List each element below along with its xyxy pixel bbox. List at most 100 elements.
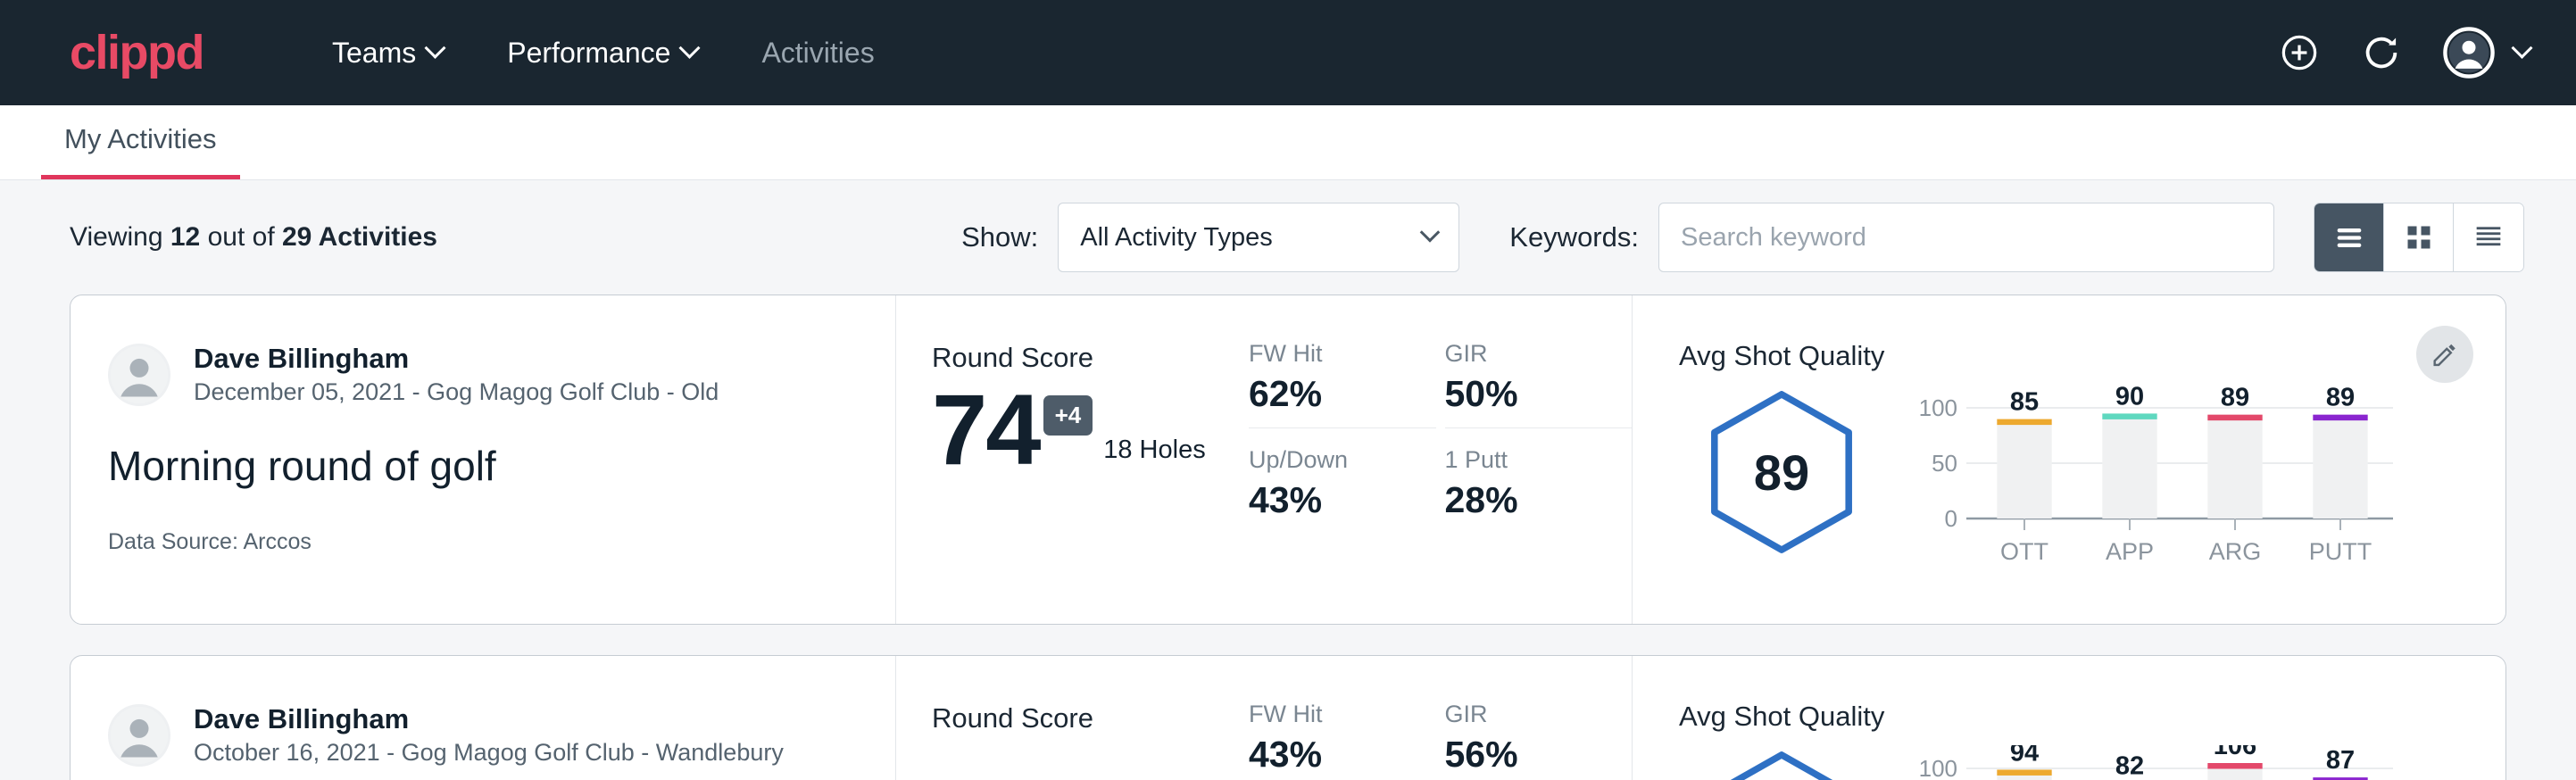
activity-card[interactable]: Dave Billingham October 16, 2021 - Gog M…: [70, 655, 2506, 780]
y-axis-tick-label: 0: [1945, 505, 1957, 532]
top-navigation-bar: clippd Teams Performance Activities: [0, 0, 2576, 105]
filter-toolbar: Viewing 12 out of 29 Activities Show: Al…: [0, 180, 2576, 295]
activity-type-select[interactable]: All Activity Types: [1058, 203, 1459, 272]
keywords-label: Keywords:: [1509, 221, 1639, 253]
chevron-down-icon: [2511, 37, 2532, 58]
avatar-icon: [2443, 27, 2495, 79]
chart-bar-cap: [2102, 413, 2156, 419]
viewing-mid: out of: [208, 222, 275, 252]
avg-shot-quality-label: Avg Shot Quality: [1679, 701, 2505, 733]
stat-one-putt: 1 Putt 28%: [1445, 446, 1633, 521]
plus-circle-icon[interactable]: [2279, 32, 2320, 73]
stat-label: FW Hit: [1249, 701, 1406, 728]
nav-item-teams[interactable]: Teams: [300, 37, 475, 70]
chevron-down-icon: [425, 37, 446, 58]
chart-bar-value: 89: [2326, 385, 2355, 412]
chart-bar: [2102, 419, 2156, 519]
refresh-icon[interactable]: [2361, 32, 2402, 73]
shot-quality-bar-chart: 05010094OTT82APP106ARG87PUTT: [1904, 745, 2404, 780]
round-score-column: Round Score: [896, 656, 1249, 780]
viewing-count: 12: [170, 222, 200, 252]
stat-value: 28%: [1445, 479, 1602, 521]
tab-my-activities[interactable]: My Activities: [41, 123, 240, 179]
shot-quality-chart: 05010094OTT82APP106ARG87PUTT: [1904, 745, 2404, 780]
chevron-down-icon: [679, 37, 701, 58]
edit-activity-button[interactable]: [2416, 326, 2473, 383]
x-axis-tick-label: ARG: [2209, 538, 2262, 565]
quality-row: 89 05010085OTT90APP89ARG89PUTT: [1679, 372, 2505, 581]
holes-label: 18 Holes: [1103, 436, 1205, 481]
chart-bar-cap: [1997, 769, 2051, 776]
chart-bar: [1997, 775, 2051, 780]
nav-item-activities-label: Activities: [761, 37, 874, 70]
activity-player: Dave Billingham October 16, 2021 - Gog M…: [108, 702, 895, 768]
chart-bar: [1997, 425, 2051, 519]
round-score-column: Round Score 74 +4 18 Holes: [896, 295, 1249, 624]
chart-bar: [2313, 420, 2367, 519]
activity-meta: October 16, 2021 - Gog Magog Golf Club -…: [194, 737, 784, 768]
round-score-value: 74: [932, 379, 1040, 481]
activity-meta: December 05, 2021 - Gog Magog Golf Club …: [194, 377, 719, 408]
activity-card[interactable]: Dave Billingham December 05, 2021 - Gog …: [70, 295, 2506, 625]
nav-item-performance-label: Performance: [507, 37, 670, 70]
quality-hex-wrap: [1679, 749, 1884, 780]
activity-stats-column: FW Hit 43% GIR 56%: [1249, 656, 1633, 780]
round-score-label: Round Score: [932, 702, 1249, 734]
edit-icon: [2430, 339, 2460, 369]
activity-list: Dave Billingham December 05, 2021 - Gog …: [0, 295, 2576, 780]
nav-actions: [2279, 27, 2530, 79]
stat-value: 50%: [1445, 373, 1602, 415]
stat-label: GIR: [1445, 701, 1602, 728]
stat-fw-hit: FW Hit 43%: [1249, 701, 1436, 780]
quality-hexagon: [1705, 749, 1858, 780]
y-axis-tick-label: 100: [1919, 394, 1957, 421]
chart-bar-cap: [2207, 415, 2262, 421]
viewing-total: 29 Activities: [282, 222, 437, 252]
nav-item-teams-label: Teams: [332, 37, 416, 70]
avatar: [108, 704, 170, 767]
stat-label: GIR: [1445, 340, 1602, 368]
chart-bar-cap: [1997, 419, 2051, 426]
player-name: Dave Billingham: [194, 342, 719, 377]
avg-shot-quality-column: Avg Shot Quality 89 05010085OTT90APP89AR…: [1633, 295, 2505, 624]
avg-shot-quality-label: Avg Shot Quality: [1679, 340, 2505, 372]
stat-value: 56%: [1445, 734, 1602, 776]
avg-shot-quality-value: 89: [1754, 444, 1809, 502]
user-menu[interactable]: [2443, 27, 2530, 79]
nav-item-performance[interactable]: Performance: [475, 37, 729, 70]
view-mode-toggle: [2314, 203, 2524, 272]
chevron-down-icon: [1420, 222, 1441, 243]
compact-view-button[interactable]: [2454, 203, 2523, 271]
shot-quality-chart: 05010085OTT90APP89ARG89PUTT: [1904, 385, 2404, 581]
quality-row: 05010094OTT82APP106ARG87PUTT: [1679, 733, 2505, 780]
activity-info-column: Dave Billingham December 05, 2021 - Gog …: [71, 295, 896, 624]
show-label: Show:: [961, 221, 1038, 253]
stat-value: 62%: [1249, 373, 1406, 415]
stat-up-down: Up/Down 43%: [1249, 446, 1436, 521]
filter-controls: Show: All Activity Types Keywords:: [961, 203, 2524, 272]
main-nav-links: Teams Performance Activities: [300, 37, 2279, 70]
chart-bar-cap: [2313, 415, 2367, 421]
round-score-value-row: 74 +4 18 Holes: [932, 379, 1249, 481]
nav-item-activities[interactable]: Activities: [729, 37, 906, 70]
search-input[interactable]: [1658, 203, 2274, 272]
activity-type-select-value: All Activity Types: [1080, 223, 1272, 253]
activity-stats-column: FW Hit 62% GIR 50% Up/Down 43% 1 Putt 28…: [1249, 295, 1633, 624]
list-view-button[interactable]: [2314, 203, 2384, 271]
chart-bar-value: 90: [2115, 385, 2144, 411]
activity-data-source: Data Source: Arccos: [108, 529, 895, 555]
avg-shot-quality-column: Avg Shot Quality 05010094OTT82APP106ARG8…: [1633, 656, 2505, 780]
round-score-label: Round Score: [932, 342, 1249, 374]
chart-bar-value: 82: [2115, 751, 2144, 780]
chart-bar: [2207, 768, 2262, 780]
brand-logo[interactable]: clippd: [70, 29, 204, 77]
score-diff-badge: +4: [1043, 395, 1093, 436]
chart-bar: [2207, 420, 2262, 519]
stat-fw-hit: FW Hit 62%: [1249, 340, 1436, 428]
stat-gir: GIR 50%: [1445, 340, 1633, 428]
grid-view-button[interactable]: [2384, 203, 2454, 271]
x-axis-tick-label: APP: [2106, 538, 2154, 565]
chart-bar-value: 85: [2010, 388, 2039, 417]
activity-title: Morning round of golf: [108, 442, 895, 490]
stat-label: Up/Down: [1249, 446, 1406, 474]
